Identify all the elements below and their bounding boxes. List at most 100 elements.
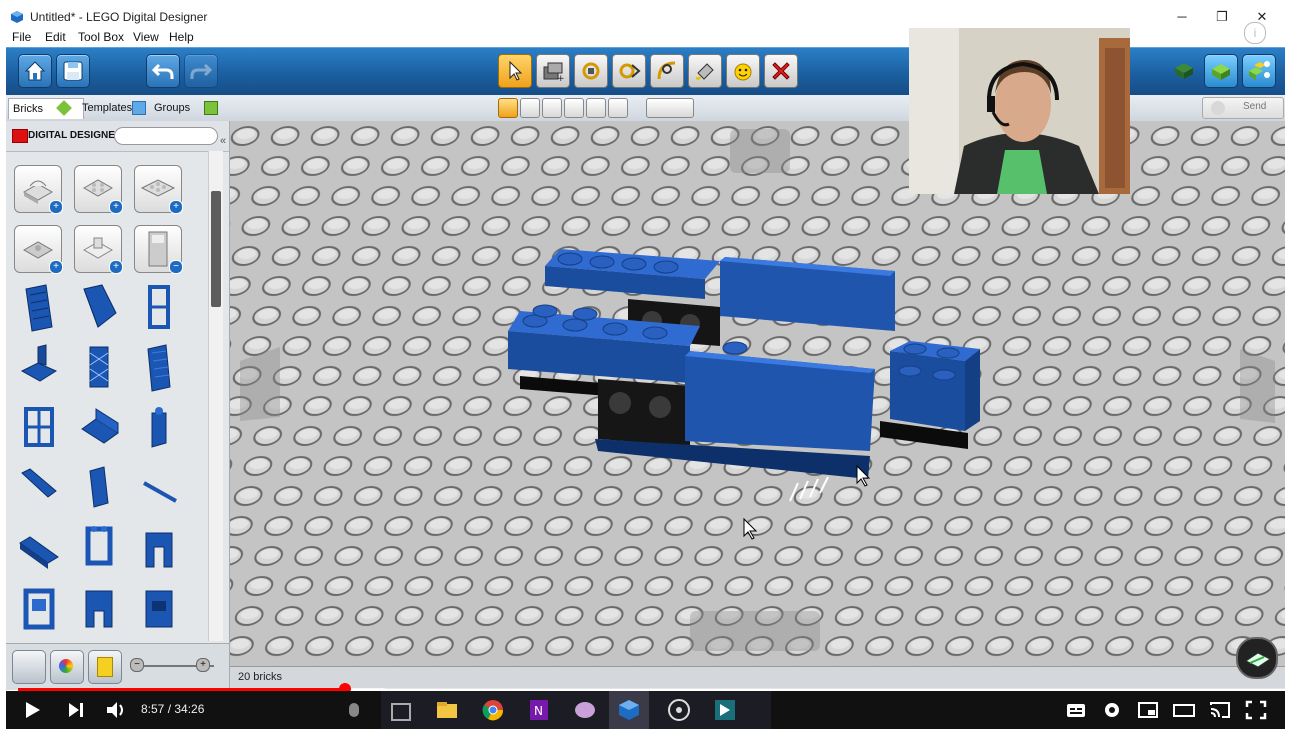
- brick-filter-button[interactable]: [88, 650, 122, 684]
- volume-icon[interactable]: [104, 699, 128, 721]
- brick-group-technic[interactable]: +: [74, 225, 123, 274]
- color-select-button[interactable]: [564, 98, 584, 118]
- miniplayer-icon[interactable]: [1136, 699, 1160, 721]
- menu-toolbox[interactable]: Tool Box: [78, 30, 124, 44]
- brick-group-plate-corner[interactable]: +: [134, 165, 183, 214]
- hinge-align-tool[interactable]: [612, 54, 646, 88]
- menu-edit[interactable]: Edit: [45, 30, 66, 44]
- build-mode-button[interactable]: [1168, 54, 1200, 86]
- part-column[interactable]: [136, 403, 182, 453]
- clone-tool[interactable]: +: [536, 54, 570, 88]
- decorate-icon: [734, 63, 752, 81]
- part-bar[interactable]: [136, 463, 182, 513]
- single-select-button[interactable]: [498, 98, 518, 118]
- part-slope-panel[interactable]: [76, 403, 122, 453]
- send-label: Send: [1243, 101, 1267, 112]
- part-panel-corner[interactable]: [16, 343, 62, 393]
- menu-help[interactable]: Help: [169, 30, 194, 44]
- view-mode-button[interactable]: [1204, 54, 1238, 88]
- home-button[interactable]: [18, 54, 52, 88]
- baseplate-scene[interactable]: [230, 121, 1285, 666]
- fullscreen-icon[interactable]: [1244, 699, 1268, 721]
- undo-icon: [151, 63, 174, 79]
- save-button[interactable]: [56, 54, 90, 88]
- palette-scrollbar[interactable]: [208, 151, 223, 641]
- channel-watermark[interactable]: [1236, 637, 1278, 679]
- view-mode-icon: [1212, 64, 1230, 80]
- settings-icon[interactable]: [1100, 699, 1124, 721]
- filter-button[interactable]: [12, 650, 46, 684]
- menu-view[interactable]: View: [133, 30, 159, 44]
- brick-group-plate-2x2[interactable]: +: [74, 165, 123, 214]
- scrollbar-thumb[interactable]: [211, 191, 221, 307]
- onenote-icon: N: [530, 700, 548, 720]
- restore-button[interactable]: ❐: [1202, 8, 1242, 26]
- minimize-button[interactable]: ─: [1162, 8, 1202, 26]
- part-frame-window[interactable]: [16, 583, 62, 633]
- shape-select-button[interactable]: [586, 98, 606, 118]
- menu-file[interactable]: File: [12, 30, 31, 44]
- brain-app-icon: [575, 702, 595, 718]
- camera-button[interactable]: [646, 98, 694, 118]
- multi-select-button[interactable]: [520, 98, 540, 118]
- part-window-pane[interactable]: [16, 283, 62, 333]
- select-tool[interactable]: [498, 54, 532, 88]
- invert-select-button[interactable]: [608, 98, 628, 118]
- expand-icon: +: [49, 200, 63, 214]
- send-icon: [1211, 101, 1225, 115]
- building-guide-icon: [1249, 61, 1270, 80]
- part-wall-element[interactable]: [76, 463, 122, 513]
- send-button[interactable]: Send: [1202, 97, 1284, 119]
- part-frame-block[interactable]: [136, 583, 182, 633]
- delete-tool[interactable]: [764, 54, 798, 88]
- build-canvas[interactable]: [230, 121, 1285, 666]
- building-guide-button[interactable]: [1242, 54, 1276, 88]
- brick-group-bracket[interactable]: +: [14, 225, 63, 274]
- brick-group-door[interactable]: −: [134, 225, 183, 274]
- cast-icon[interactable]: [1208, 699, 1232, 721]
- part-frame-arch[interactable]: [76, 583, 122, 633]
- part-tile-long[interactable]: [16, 523, 62, 573]
- subtitles-icon[interactable]: [1064, 699, 1088, 721]
- flex-icon: [657, 61, 676, 80]
- connected-select-button[interactable]: [542, 98, 562, 118]
- expand-icon: +: [49, 260, 63, 274]
- brick-search-input[interactable]: [114, 127, 218, 145]
- part-tile-sloped[interactable]: [16, 463, 62, 513]
- select-icon: [509, 60, 523, 81]
- paint-tool[interactable]: [688, 54, 722, 88]
- editor-task-icon: [715, 700, 735, 720]
- theater-icon[interactable]: [1172, 699, 1196, 721]
- svg-text:+: +: [557, 74, 565, 83]
- color-filter-button[interactable]: [50, 650, 84, 684]
- decorate-tool[interactable]: [726, 54, 760, 88]
- part-support-stand[interactable]: [136, 523, 182, 573]
- brick-group-slope[interactable]: +: [14, 165, 63, 214]
- part-panel-wall[interactable]: [76, 283, 122, 333]
- part-window-glass[interactable]: [136, 343, 182, 393]
- part-window-4pane[interactable]: [16, 403, 62, 453]
- expand-icon: +: [109, 200, 123, 214]
- title-bar: Untitled* - LEGO Digital Designer ─ ❐ ✕: [6, 6, 1285, 28]
- part-support-frame[interactable]: [76, 523, 122, 573]
- tab-templates[interactable]: Templates: [78, 98, 156, 118]
- build-mode-icon: [1175, 63, 1193, 79]
- part-window-frame[interactable]: [136, 283, 182, 333]
- tab-bricks-label: Bricks: [13, 103, 43, 115]
- tab-bricks[interactable]: Bricks: [8, 98, 84, 119]
- flex-tool[interactable]: [650, 54, 684, 88]
- next-icon[interactable]: [64, 699, 88, 721]
- part-lattice[interactable]: [76, 343, 122, 393]
- hinge-tool[interactable]: [574, 54, 608, 88]
- zoom-out-icon[interactable]: −: [130, 658, 144, 672]
- collapse-panel-icon[interactable]: «: [220, 135, 226, 147]
- zoom-in-icon[interactable]: +: [196, 658, 210, 672]
- brick-palette: DIGITAL DESIGNER « + + + + + − − +: [6, 121, 230, 690]
- play-icon[interactable]: [20, 699, 44, 721]
- undo-button[interactable]: [146, 54, 180, 88]
- tab-groups[interactable]: Groups: [150, 98, 226, 118]
- redo-button[interactable]: [184, 54, 218, 88]
- info-icon[interactable]: i: [1244, 22, 1266, 44]
- lego-logo: [12, 129, 28, 143]
- lego-designer-task-icon: [619, 700, 639, 720]
